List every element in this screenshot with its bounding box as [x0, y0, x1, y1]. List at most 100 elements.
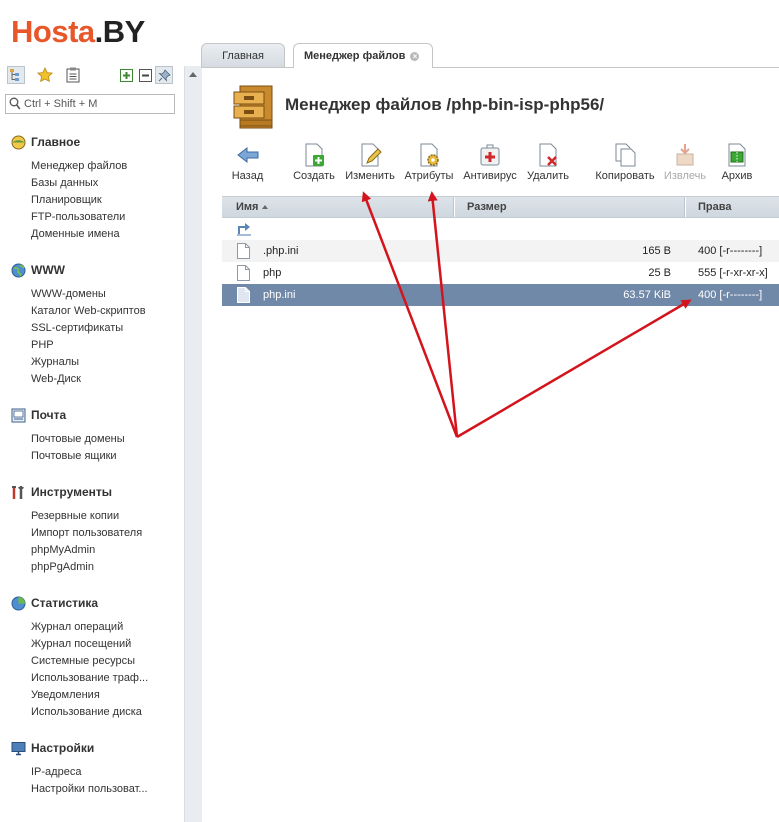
menu-group-title: Почта [31, 408, 67, 422]
archive-button[interactable]: Архив [718, 142, 756, 182]
extract-button[interactable]: Извлечь [663, 142, 707, 182]
nav-item-web-scripts[interactable]: Каталог Web-скриптов [0, 303, 184, 320]
file-name: php [263, 267, 282, 279]
nav-item-scheduler[interactable]: Планировщик [0, 192, 184, 209]
nav-item-php[interactable]: PHP [0, 337, 184, 354]
menu-group-title: Главное [31, 135, 81, 149]
clipboard-icon[interactable] [64, 66, 82, 84]
nav-item-traffic-usage[interactable]: Использование траф... [0, 670, 184, 687]
nav-item-logs[interactable]: Журналы [0, 354, 184, 371]
delete-label: Удалить [527, 170, 569, 182]
menu-group-header[interactable]: WWW [0, 261, 184, 279]
menu-group-mail: Почта Почтовые домены Почтовые ящики [0, 406, 184, 465]
pin-icon[interactable] [155, 66, 173, 84]
antivirus-label: Антивирус [463, 170, 517, 182]
file-name: .php.ini [263, 245, 299, 257]
sidebar-toolbar [7, 66, 177, 86]
create-button[interactable]: Создать [292, 142, 336, 182]
pie-chart-icon [10, 595, 26, 611]
parent-directory-row[interactable] [222, 218, 779, 240]
attributes-button[interactable]: Атрибуты [403, 142, 455, 182]
logo-part2: .BY [94, 14, 146, 49]
nav-item-backups[interactable]: Резервные копии [0, 508, 184, 525]
column-header-size[interactable]: Размер [467, 197, 507, 217]
nav-item-disk-usage[interactable]: Использование диска [0, 704, 184, 721]
file-cabinet-icon [231, 84, 277, 133]
nav-item-mailboxes[interactable]: Почтовые ящики [0, 448, 184, 465]
page-title: Менеджер файлов /php-bin-isp-php56/ [285, 95, 605, 114]
table-row-selected[interactable]: php.ini 63.57 KiB 400 [-r--------] [222, 284, 779, 306]
file-perms: 555 [-r-xr-xr-x] [698, 267, 768, 279]
column-header-name[interactable]: Имя [236, 197, 269, 217]
search-icon [9, 97, 21, 114]
nav-item-user-settings[interactable]: Настройки пользоват... [0, 781, 184, 798]
nav-item-phpmyadmin[interactable]: phpMyAdmin [0, 542, 184, 559]
star-icon[interactable] [36, 66, 54, 84]
menu-group-title: Настройки [31, 741, 95, 755]
tab-file-manager[interactable]: Менеджер файлов × [293, 43, 433, 68]
close-tab-icon[interactable]: × [410, 51, 420, 61]
copy-icon [613, 142, 637, 168]
logo[interactable]: Hosta.BY [11, 14, 145, 50]
tree-icon[interactable] [7, 66, 25, 84]
nav-item-user-import[interactable]: Импорт пользователя [0, 525, 184, 542]
nav-item-domain-names[interactable]: Доменные имена [0, 226, 184, 243]
logo-part1: Hosta [11, 14, 95, 49]
nav-item-web-disk[interactable]: Web-Диск [0, 371, 184, 388]
mail-icon [10, 407, 26, 423]
create-label: Создать [293, 170, 335, 182]
menu-group-title: Статистика [31, 596, 99, 610]
table-row[interactable]: php 25 B 555 [-r-xr-xr-x] [222, 262, 779, 284]
arrow-to-permissions [456, 299, 692, 439]
table-row[interactable]: .php.ini 165 B 400 [-r--------] [222, 240, 779, 262]
copy-button[interactable]: Копировать [594, 142, 656, 182]
edit-label: Изменить [345, 170, 395, 182]
back-arrow-icon [236, 142, 260, 168]
collapse-all-icon[interactable] [136, 66, 154, 84]
column-header-perms[interactable]: Права [698, 197, 731, 217]
tab-label: Главная [222, 49, 264, 62]
file-name: php.ini [263, 289, 296, 301]
back-button[interactable]: Назад [231, 142, 264, 182]
menu-group-title: Инструменты [31, 485, 113, 499]
antivirus-icon [478, 142, 502, 168]
extract-icon [673, 142, 697, 168]
sidebar: Hosta.BY Главное Мене [0, 0, 184, 822]
menu-group-header[interactable]: Статистика [0, 594, 184, 612]
nav-item-file-manager[interactable]: Менеджер файлов [0, 158, 184, 175]
back-label: Назад [231, 170, 264, 182]
menu-group-header[interactable]: Главное [0, 133, 184, 151]
menu-group-header[interactable]: Почта [0, 406, 184, 424]
delete-button[interactable]: Удалить [526, 142, 570, 182]
column-separator[interactable] [684, 197, 686, 217]
menu-group-header[interactable]: Настройки [0, 739, 184, 757]
create-file-icon [302, 142, 326, 168]
nav-item-operations-log[interactable]: Журнал операций [0, 619, 184, 636]
menu-group-www: WWW WWW-домены Каталог Web-скриптов SSL-… [0, 261, 184, 388]
nav-item-databases[interactable]: Базы данных [0, 175, 184, 192]
attributes-label: Атрибуты [404, 170, 454, 182]
nav-item-mail-domains[interactable]: Почтовые домены [0, 431, 184, 448]
nav-item-ftp-users[interactable]: FTP-пользователи [0, 209, 184, 226]
menu-group-statistics: Статистика Журнал операций Журнал посеще… [0, 594, 184, 721]
collapse-caret-icon[interactable] [189, 72, 197, 77]
file-size: 63.57 KiB [623, 289, 671, 301]
file-icon [236, 243, 250, 262]
nav-item-system-resources[interactable]: Системные ресурсы [0, 653, 184, 670]
nav-item-phppgadmin[interactable]: phpPgAdmin [0, 559, 184, 576]
edit-file-icon [358, 142, 382, 168]
tab-home[interactable]: Главная [201, 43, 285, 67]
expand-all-icon[interactable] [117, 66, 135, 84]
nav-item-ssl[interactable]: SSL-сертификаты [0, 320, 184, 337]
search-input[interactable] [24, 96, 172, 112]
edit-button[interactable]: Изменить [344, 142, 396, 182]
folder-up-icon [236, 221, 254, 240]
nav-item-visits-log[interactable]: Журнал посещений [0, 636, 184, 653]
nav-item-www-domains[interactable]: WWW-домены [0, 286, 184, 303]
menu-group-header[interactable]: Инструменты [0, 483, 184, 501]
nav-item-notifications[interactable]: Уведомления [0, 687, 184, 704]
column-separator[interactable] [453, 197, 455, 217]
antivirus-button[interactable]: Антивирус [462, 142, 518, 182]
nav-item-ip-addresses[interactable]: IP-адреса [0, 764, 184, 781]
sidebar-splitter[interactable] [184, 66, 202, 822]
